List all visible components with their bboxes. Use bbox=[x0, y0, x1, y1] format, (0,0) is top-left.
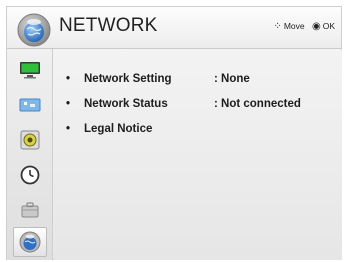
menu-item-value: : Not connected bbox=[214, 98, 301, 110]
menu-item-legal-notice[interactable]: • Legal Notice bbox=[66, 120, 336, 138]
menu-item-network-status[interactable]: • Network Status : Not connected bbox=[66, 95, 336, 113]
ok-hint: ◉ OK bbox=[312, 21, 335, 32]
move-hint-label: Move bbox=[283, 21, 305, 31]
menu-item-value: : None bbox=[214, 73, 250, 85]
menu-item-label: Legal Notice bbox=[84, 123, 153, 135]
picture-icon bbox=[20, 62, 40, 79]
ok-button-icon: ◉ bbox=[311, 21, 321, 32]
page-title: NETWORK bbox=[59, 15, 158, 36]
time-icon bbox=[20, 165, 40, 185]
sidebar-item-screen[interactable] bbox=[13, 90, 47, 120]
network-icon bbox=[19, 231, 41, 253]
header-bar: NETWORK ⁘ Move ◉ OK bbox=[7, 7, 341, 49]
screen-icon bbox=[19, 98, 41, 112]
category-sidebar bbox=[7, 49, 53, 260]
sidebar-item-time[interactable] bbox=[13, 160, 47, 190]
network-menu: • Network Setting : None • Network Statu… bbox=[54, 50, 342, 260]
network-globe-icon bbox=[17, 13, 51, 47]
option-icon bbox=[21, 202, 39, 218]
key-hints: ⁘ Move ◉ OK bbox=[268, 21, 335, 32]
move-hint: ⁘ Move bbox=[273, 21, 304, 32]
sidebar-item-network[interactable] bbox=[13, 227, 47, 257]
bullet: • bbox=[66, 123, 71, 135]
sidebar-item-picture[interactable] bbox=[13, 55, 47, 85]
bullet: • bbox=[66, 98, 71, 110]
sidebar-item-audio[interactable] bbox=[13, 125, 47, 155]
sidebar-item-option[interactable] bbox=[13, 195, 47, 225]
ok-hint-label: OK bbox=[322, 21, 335, 31]
menu-item-label: Network Setting bbox=[84, 73, 172, 85]
menu-item-label: Network Status bbox=[84, 98, 168, 110]
audio-icon bbox=[20, 130, 40, 150]
bullet: • bbox=[66, 73, 71, 85]
menu-item-network-setting[interactable]: • Network Setting : None bbox=[66, 70, 336, 88]
move-arrows-icon: ⁘ bbox=[273, 21, 282, 32]
settings-window: NETWORK ⁘ Move ◉ OK • Network Setting: … bbox=[6, 6, 342, 260]
